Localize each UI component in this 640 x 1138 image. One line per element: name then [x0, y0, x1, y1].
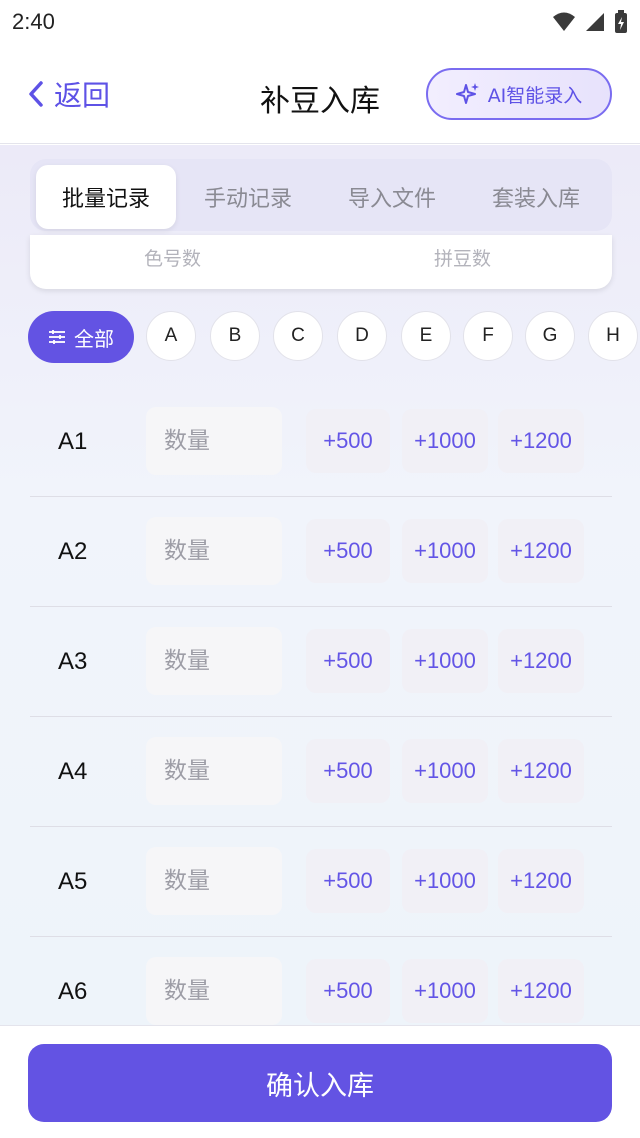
ai-button-label: AI智能录入	[487, 84, 583, 107]
add-1000-button[interactable]: +1000	[402, 629, 488, 693]
footer: 确认入库	[0, 1025, 640, 1138]
quantity-input[interactable]	[146, 627, 282, 695]
add-500-button[interactable]: +500	[306, 739, 390, 803]
letter-filter-row: 全部 A B C D E F G H	[28, 311, 640, 363]
add-1000-button[interactable]: +1000	[402, 739, 488, 803]
add-500-button[interactable]: +500	[306, 519, 390, 583]
add-500-button[interactable]: +500	[306, 849, 390, 913]
color-row: A2 +500 +1000 +1200	[30, 497, 612, 607]
color-code: A6	[58, 978, 88, 1005]
summary-card: 色号数 拼豆数	[30, 235, 612, 289]
confirm-stock-in-button[interactable]: 确认入库	[28, 1044, 612, 1122]
bead-count-label: 拼豆数	[434, 247, 492, 270]
add-1200-button[interactable]: +1200	[498, 849, 584, 913]
add-1000-button[interactable]: +1000	[402, 849, 488, 913]
color-row: A1 +500 +1000 +1200	[30, 387, 612, 497]
quantity-input[interactable]	[146, 517, 282, 585]
color-code: A3	[58, 648, 88, 675]
filter-chip-g[interactable]: G	[525, 311, 575, 361]
add-1200-button[interactable]: +1200	[498, 629, 584, 693]
add-1000-button[interactable]: +1000	[402, 519, 488, 583]
filter-chip-a[interactable]: A	[146, 311, 196, 361]
filter-chip-f[interactable]: F	[463, 311, 513, 361]
quantity-input[interactable]	[146, 737, 282, 805]
add-1000-button[interactable]: +1000	[402, 959, 488, 1023]
tab-import-file[interactable]: 导入文件	[322, 165, 462, 229]
sparkle-icon	[455, 83, 479, 104]
header: 返回 补豆入库 AI智能录入	[0, 44, 640, 144]
filter-chip-b[interactable]: B	[210, 311, 260, 361]
filter-all-label: 全部	[74, 326, 114, 351]
filter-icon	[49, 330, 65, 344]
color-row: A4 +500 +1000 +1200	[30, 717, 612, 827]
signal-icon	[586, 13, 604, 31]
add-500-button[interactable]: +500	[306, 629, 390, 693]
quantity-input[interactable]	[146, 407, 282, 475]
add-1200-button[interactable]: +1200	[498, 409, 584, 473]
status-bar: 2:40	[0, 0, 640, 44]
color-code: A4	[58, 758, 88, 785]
tab-set-stock-in[interactable]: 套装入库	[466, 165, 606, 229]
add-500-button[interactable]: +500	[306, 959, 390, 1023]
add-1200-button[interactable]: +1200	[498, 959, 584, 1023]
ai-entry-button[interactable]: AI智能录入	[426, 68, 612, 120]
filter-chip-h[interactable]: H	[588, 311, 638, 361]
filter-chip-e[interactable]: E	[401, 311, 451, 361]
color-row: A3 +500 +1000 +1200	[30, 607, 612, 717]
color-row: A6 +500 +1000 +1200	[30, 937, 612, 1025]
filter-chip-c[interactable]: C	[273, 311, 323, 361]
filter-all-chip[interactable]: 全部	[28, 311, 134, 363]
add-1200-button[interactable]: +1200	[498, 739, 584, 803]
tab-manual-record[interactable]: 手动记录	[178, 165, 318, 229]
quantity-input[interactable]	[146, 957, 282, 1025]
color-code: A1	[58, 428, 88, 455]
add-500-button[interactable]: +500	[306, 409, 390, 473]
color-row: A5 +500 +1000 +1200	[30, 827, 612, 937]
main-content: 批量记录 手动记录 导入文件 套装入库 色号数 拼豆数 全部 A B C D E…	[0, 145, 640, 1025]
color-code: A5	[58, 868, 88, 895]
add-1000-button[interactable]: +1000	[402, 409, 488, 473]
color-code: A2	[58, 538, 88, 565]
filter-chip-d[interactable]: D	[337, 311, 387, 361]
status-time: 2:40	[12, 9, 55, 34]
tab-batch-record[interactable]: 批量记录	[36, 165, 176, 229]
add-1200-button[interactable]: +1200	[498, 519, 584, 583]
battery-icon	[615, 10, 627, 33]
wifi-icon	[553, 12, 575, 31]
color-count-label: 色号数	[144, 247, 202, 270]
quantity-input[interactable]	[146, 847, 282, 915]
record-tabs: 批量记录 手动记录 导入文件 套装入库	[30, 159, 612, 231]
status-icons	[552, 10, 628, 34]
